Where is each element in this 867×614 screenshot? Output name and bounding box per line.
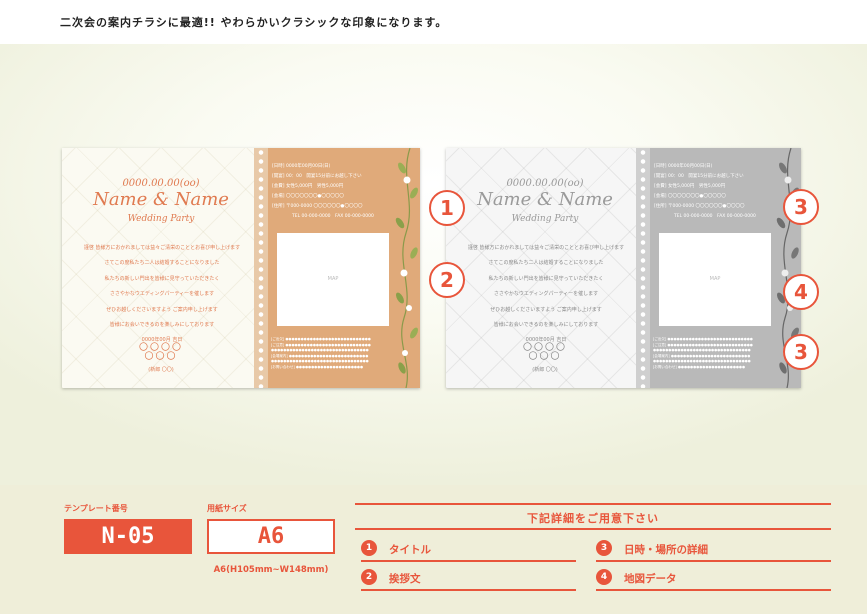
marker-footer-details: 3 [783, 334, 819, 370]
divider-line [596, 560, 831, 562]
flyer-greeting: 謹啓 皆様方におかれましては益々ご清栄のこととお喜び申し上げます さてこの度私た… [456, 241, 636, 349]
greeting-line: 皆様にお会いできるのを楽しみにしております [493, 321, 599, 328]
flyer-date: 0000.00.00(oo) [506, 178, 584, 189]
detail-item-label: タイトル [389, 544, 431, 556]
template-number-label: テンプレート番号 [64, 504, 128, 513]
greeting-line: 私たちの新しい門出を皆様に見守っていただきたく [488, 275, 604, 282]
event-phone: TEL 00-000-0000 FAX 00-000-0000 [292, 214, 374, 219]
flyer-signature: (新郎 〇〇) [148, 367, 174, 373]
marker-greeting: 2 [429, 262, 465, 298]
headline: 二次会の案内チラシに最適!! やわらかいクラシックな印象になります。 [60, 16, 448, 29]
flyer-preview-annotated: 0000.00.00(oo) Name & Name Wedding Party… [446, 148, 801, 388]
greeting-line: 私たちの新しい門出を皆様に見守っていただきたく [104, 275, 220, 282]
host-names: 〇〇〇〇 〇〇〇 [132, 344, 190, 362]
host-circles-row2: 〇〇〇 [144, 352, 178, 362]
lace-border [636, 148, 650, 388]
greeting-line: さてこの度私たち二人は結婚することになりました [488, 260, 604, 267]
map-label: MAP [709, 276, 721, 282]
greeting-line: ぜひお越しくださいますよう ご案内申し上げます [490, 306, 602, 313]
greeting-line: さてこの度私たち二人は結婚することになりました [104, 260, 220, 267]
divider-line [596, 589, 831, 591]
number-badge-icon: 4 [596, 569, 612, 585]
map-placeholder: MAP [277, 233, 389, 326]
paper-size-label: 用紙サイズ [207, 504, 247, 513]
greeting-line: ささやかなウエディングパーティーを催します [493, 291, 599, 298]
map-placeholder: MAP [659, 233, 771, 326]
flyer-names: Name & Name [93, 189, 229, 210]
greeting-line: 皆様にお会いできるのを楽しみにしております [109, 321, 215, 328]
host-names: 〇〇〇〇 〇〇〇 [516, 344, 574, 362]
marker-map: 4 [783, 274, 819, 310]
number-badge-icon: 2 [361, 569, 377, 585]
divider-line [361, 560, 576, 562]
number-badge-icon: 3 [596, 540, 612, 556]
marker-title: 1 [429, 190, 465, 226]
flyer-footer-notes: [ご出欠] ●●●●●●●●●●●●●●●●●●●●●●●●●●●● [ご注意]… [653, 337, 753, 369]
greeting-line: ささやかなウエディングパーティーを催します [109, 291, 215, 298]
paper-size-badge: A6 [207, 519, 335, 554]
map-label: MAP [327, 276, 339, 282]
paper-size-detail: A6(H105mm~W148mm) [213, 565, 329, 575]
divider-line [361, 589, 576, 591]
top-bar: 二次会の案内チラシに最適!! やわらかいクラシックな印象になります。 [0, 0, 867, 44]
event-phone: TEL 00-000-0000 FAX 00-000-0000 [674, 214, 756, 219]
greeting-line: ぜひお越しくださいますよう ご案内申し上げます [106, 306, 218, 313]
floral-vine-icon [395, 148, 418, 388]
number-badge-icon: 1 [361, 540, 377, 556]
event-info: [日時] 0000年00月00日(日) [開宴] 00：00 開宴15分前にお越… [272, 162, 388, 222]
flyer-left-panel: 0000.00.00(oo) Name & Name Wedding Party… [62, 148, 260, 388]
flyer-signature: (新郎 〇〇) [532, 367, 558, 373]
divider-line [355, 528, 831, 530]
greeting-line: 謹啓 皆様方におかれましては益々ご清栄のこととお喜び申し上げます [467, 245, 625, 251]
template-code-badge: N-05 [64, 519, 192, 554]
host-circles-row2: 〇〇〇 [528, 352, 562, 362]
event-info: [日時] 0000年00月00日(日) [開宴] 00：00 開宴15分前にお越… [654, 162, 770, 222]
flyer-greeting: 謹啓 皆様方におかれましては益々ご清栄のこととお喜び申し上げます さてこの度私た… [72, 241, 252, 349]
flyer-left-panel: 0000.00.00(oo) Name & Name Wedding Party… [446, 148, 644, 388]
flyer-names: Name & Name [477, 189, 613, 210]
flyer-right-panel: [日時] 0000年00月00日(日) [開宴] 00：00 開宴15分前にお越… [268, 148, 420, 388]
flyer-preview-color: 0000.00.00(oo) Name & Name Wedding Party… [62, 148, 420, 388]
divider-line [355, 503, 831, 505]
details-title: 下記詳細をご用意下さい [527, 512, 659, 525]
flyer-right-panel: [日時] 0000年00月00日(日) [開宴] 00：00 開宴15分前にお越… [650, 148, 801, 388]
greeting-line: 謹啓 皆様方におかれましては益々ご清栄のこととお喜び申し上げます [83, 245, 241, 251]
detail-item-label: 日時・場所の詳細 [624, 544, 708, 556]
lace-border [254, 148, 268, 388]
flyer-footer-notes: [ご出欠] ●●●●●●●●●●●●●●●●●●●●●●●●●●●● [ご注意]… [271, 337, 371, 369]
detail-item-label: 挨拶文 [389, 573, 421, 585]
flyer-party-subtitle: Wedding Party [127, 214, 195, 224]
flyer-party-subtitle: Wedding Party [511, 214, 579, 224]
detail-item-label: 地図データ [624, 573, 677, 585]
flyer-date: 0000.00.00(oo) [122, 178, 200, 189]
marker-event-details: 3 [783, 189, 819, 225]
